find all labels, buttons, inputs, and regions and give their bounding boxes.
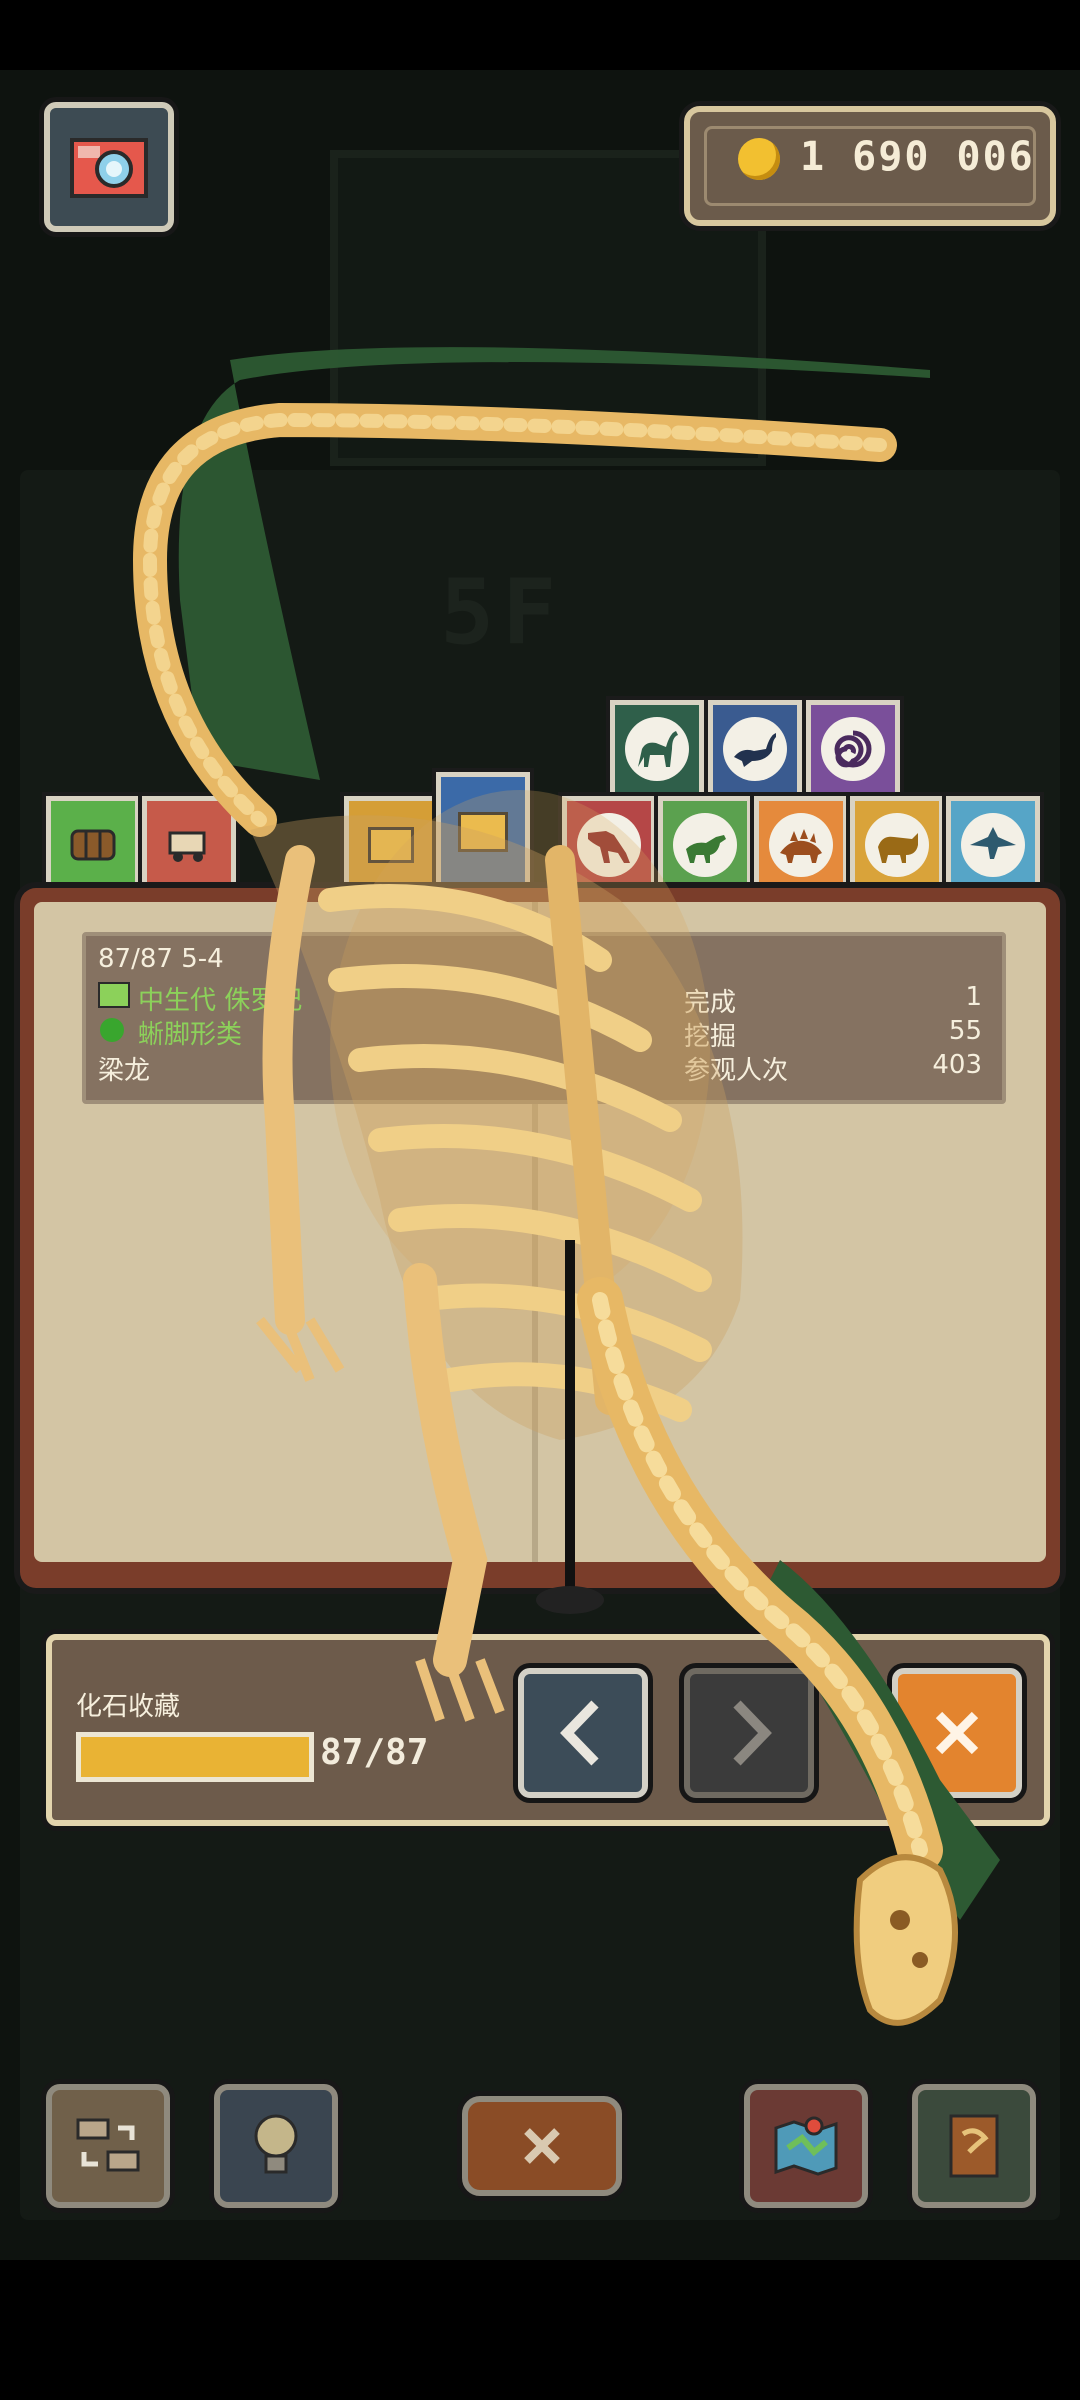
previous-button[interactable]: [518, 1668, 648, 1798]
close-icon: [524, 2128, 560, 2164]
category-yellow-card[interactable]: [344, 796, 438, 894]
chevron-left-icon: [560, 1700, 599, 1766]
pterosaur-icon: [970, 827, 1016, 859]
fossil-era: 中生代 侏罗纪: [138, 986, 303, 1016]
stegosaur-icon: [780, 829, 822, 863]
category-ceratopsian[interactable]: [850, 796, 944, 894]
camera-icon: [70, 138, 148, 198]
stat-label-complete: 完成: [684, 988, 737, 1018]
chevron-right-icon: [733, 1700, 772, 1766]
close-icon: [935, 1711, 979, 1755]
category-selected[interactable]: [436, 772, 530, 892]
stat-value-dig: 55: [948, 1016, 982, 1046]
book-icon: [949, 2114, 999, 2178]
close-panel-button[interactable]: [892, 1668, 1022, 1798]
sauropod-icon: [638, 731, 678, 767]
collection-label: 化石收藏: [76, 1692, 181, 1722]
stat-label-dig: 挖掘: [684, 1022, 737, 1052]
ammonite-icon: [834, 730, 872, 768]
category-pterosaur[interactable]: [946, 796, 1040, 894]
category-carriage[interactable]: [142, 796, 236, 894]
gold-coin-icon: [738, 138, 780, 180]
category-barrel[interactable]: [46, 796, 140, 894]
fossil-name: 梁龙: [98, 1056, 151, 1086]
category-plesiosaur[interactable]: [708, 700, 802, 798]
swap-icon: [76, 2118, 140, 2172]
fossil-index: 87/87 5-4: [98, 944, 224, 974]
lightbulb-icon: [254, 2114, 298, 2174]
theropod-icon: [588, 831, 630, 863]
barrel-icon: [70, 829, 116, 861]
plesiosaur-icon: [734, 733, 776, 767]
selected-card-icon: [458, 812, 508, 852]
hint-button[interactable]: [214, 2084, 338, 2208]
stat-value-complete: 1: [965, 982, 982, 1012]
map-icon: [774, 2116, 838, 2176]
category-stegosaur[interactable]: [754, 796, 848, 894]
fossil-group: 蜥脚形类: [138, 1020, 243, 1050]
close-button[interactable]: [462, 2096, 622, 2196]
ornithopod-icon: [686, 835, 726, 863]
ceratopsian-icon: [878, 833, 918, 863]
next-button[interactable]: [684, 1668, 814, 1798]
group-icon: [100, 1018, 124, 1042]
map-button[interactable]: [744, 2084, 868, 2208]
carriage-icon: [168, 831, 206, 862]
era-icon: [98, 982, 130, 1008]
collection-progress-fill: [81, 1737, 309, 1777]
floor-label: 5F: [440, 560, 565, 665]
category-ornithopod[interactable]: [658, 796, 752, 894]
camera-button[interactable]: [44, 102, 174, 232]
yellow-card-icon: [368, 827, 414, 863]
stat-value-visitors: 403: [932, 1050, 982, 1080]
coin-value: 1 690 006: [800, 134, 1035, 180]
category-theropod[interactable]: [562, 796, 656, 894]
collection-progress-text: 87/87: [320, 1732, 429, 1773]
category-ammonite[interactable]: [806, 700, 900, 798]
stat-label-visitors: 参观人次: [684, 1056, 789, 1086]
book-button[interactable]: [912, 2084, 1036, 2208]
coin-counter: 1 690 006: [684, 106, 1056, 226]
category-sauropod[interactable]: [610, 700, 704, 798]
collection-progress: [76, 1732, 314, 1782]
swap-button[interactable]: [46, 2084, 170, 2208]
